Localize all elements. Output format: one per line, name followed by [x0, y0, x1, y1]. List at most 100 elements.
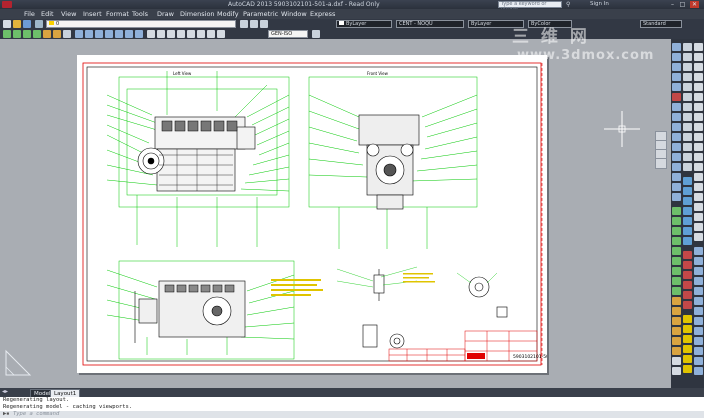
mtext-icon[interactable]: [672, 367, 681, 375]
rotate-object-icon[interactable]: [672, 103, 681, 111]
center-snap-icon[interactable]: [683, 83, 692, 91]
layer-previous-icon[interactable]: [250, 20, 258, 28]
circle-icon[interactable]: [23, 30, 31, 38]
dim-edit-tool-icon[interactable]: [694, 213, 703, 221]
dimension-radius-icon[interactable]: [167, 30, 175, 38]
orbit-icon[interactable]: [656, 159, 666, 167]
calculator-icon[interactable]: [683, 365, 692, 373]
dim-continue-icon[interactable]: [694, 143, 703, 151]
properties-icon[interactable]: [683, 315, 692, 323]
menu-dimension[interactable]: Dimension: [180, 9, 215, 19]
point-icon[interactable]: [672, 317, 681, 325]
ucs-z-icon[interactable]: [694, 357, 703, 365]
polygon-icon[interactable]: [672, 237, 681, 245]
ucs-previous-icon[interactable]: [694, 267, 703, 275]
dim-text-edit-icon[interactable]: [694, 223, 703, 231]
zoom-window-icon[interactable]: [683, 251, 692, 259]
text-icon[interactable]: [63, 30, 71, 38]
line-icon[interactable]: [3, 30, 11, 38]
move-icon[interactable]: [75, 30, 83, 38]
dimension-angle-icon[interactable]: [177, 30, 185, 38]
offset-icon[interactable]: [672, 73, 681, 81]
table-icon[interactable]: [672, 357, 681, 365]
menu-edit[interactable]: Edit: [41, 9, 54, 19]
zoom-out-icon[interactable]: [683, 301, 692, 309]
osnap-settings-icon[interactable]: [683, 163, 692, 171]
array-icon[interactable]: [672, 83, 681, 91]
command-input[interactable]: ▶▪ Type a command: [0, 411, 704, 418]
pan-icon[interactable]: [656, 141, 666, 150]
trim-object-icon[interactable]: [672, 133, 681, 141]
quick-dim-icon[interactable]: [694, 123, 703, 131]
view-right-icon[interactable]: [683, 207, 692, 215]
match-layer-icon[interactable]: [240, 20, 248, 28]
perpendicular-snap-icon[interactable]: [683, 113, 692, 121]
zoom-in-icon[interactable]: [683, 291, 692, 299]
ucs-zaxis-icon[interactable]: [694, 317, 703, 325]
command-window[interactable]: Regenerating layout. Regenerating model …: [0, 397, 704, 418]
dim-update-tool-icon[interactable]: [694, 233, 703, 241]
ucs-view-icon[interactable]: [694, 297, 703, 305]
polyline-icon[interactable]: [13, 30, 21, 38]
linetype-dropdown[interactable]: CENT - NOQU: [396, 20, 464, 28]
circle-tool-icon[interactable]: [672, 267, 681, 275]
nearest-snap-icon[interactable]: [683, 143, 692, 151]
view-left-icon[interactable]: [683, 197, 692, 205]
extend-icon[interactable]: [135, 30, 143, 38]
menu-window[interactable]: Window: [281, 9, 307, 19]
tolerance-tool-icon[interactable]: [694, 173, 703, 181]
search-input[interactable]: Type a keyword or phrase: [498, 1, 562, 12]
dim-baseline-icon[interactable]: [694, 133, 703, 141]
ellipse-icon[interactable]: [672, 287, 681, 295]
ucs-apply-icon[interactable]: [694, 367, 703, 375]
break-icon[interactable]: [672, 153, 681, 161]
menu-modify[interactable]: Modify: [217, 9, 239, 19]
drawing-canvas[interactable]: 5903102101-501 Left View Front View: [0, 39, 671, 388]
jogged-linear-icon[interactable]: [694, 203, 703, 211]
extend-object-icon[interactable]: [672, 143, 681, 151]
make-block-icon[interactable]: [672, 307, 681, 315]
gradient-icon[interactable]: [672, 337, 681, 345]
dim-aligned-icon[interactable]: [694, 53, 703, 61]
arc-tool-icon[interactable]: [672, 257, 681, 265]
copy-object-icon[interactable]: [672, 53, 681, 61]
maximize-button[interactable]: □: [678, 1, 687, 8]
arc-icon[interactable]: [33, 30, 41, 38]
tab-nav-icon[interactable]: ◂▸: [2, 388, 8, 395]
view-iso-icon[interactable]: [683, 217, 692, 225]
dim-break-icon[interactable]: [694, 163, 703, 171]
workspace-dropdown[interactable]: Standard: [640, 20, 682, 28]
dimension-aligned-icon[interactable]: [157, 30, 165, 38]
join-icon[interactable]: [672, 163, 681, 171]
menu-parametric[interactable]: Parametric: [243, 9, 278, 19]
erase-icon[interactable]: [672, 43, 681, 51]
view-front-icon[interactable]: [683, 177, 692, 185]
insert-block-icon[interactable]: [672, 297, 681, 305]
dim-angular-icon[interactable]: [694, 113, 703, 121]
ucs-y-icon[interactable]: [694, 347, 703, 355]
view-bottom-icon[interactable]: [683, 237, 692, 245]
none-snap-icon[interactable]: [683, 153, 692, 161]
scale-object-icon[interactable]: [672, 113, 681, 121]
tolerance-icon[interactable]: [197, 30, 205, 38]
view-back-icon[interactable]: [683, 227, 692, 235]
hatch-tool-icon[interactable]: [672, 327, 681, 335]
ucs-x-icon[interactable]: [694, 337, 703, 345]
view-top-icon[interactable]: [683, 187, 692, 195]
spline-icon[interactable]: [672, 277, 681, 285]
region-icon[interactable]: [672, 347, 681, 355]
menu-view[interactable]: View: [61, 9, 76, 19]
construction-line-icon[interactable]: [672, 217, 681, 225]
move-object-icon[interactable]: [672, 93, 681, 101]
close-button[interactable]: ✕: [690, 1, 699, 8]
dimstyle-dropdown[interactable]: GEN-ISO: [268, 30, 308, 38]
layer-dropdown[interactable]: 0: [46, 20, 236, 28]
rectangle-tool-icon[interactable]: [672, 247, 681, 255]
markup-icon[interactable]: [683, 355, 692, 363]
sign-in-link[interactable]: Sign In: [590, 0, 609, 9]
menu-express[interactable]: Express: [310, 9, 335, 19]
center-mark-tool-icon[interactable]: [694, 183, 703, 191]
autocad-logo-icon[interactable]: [2, 1, 12, 8]
snap-icon[interactable]: [683, 43, 692, 51]
rectangle-icon[interactable]: [43, 30, 51, 38]
